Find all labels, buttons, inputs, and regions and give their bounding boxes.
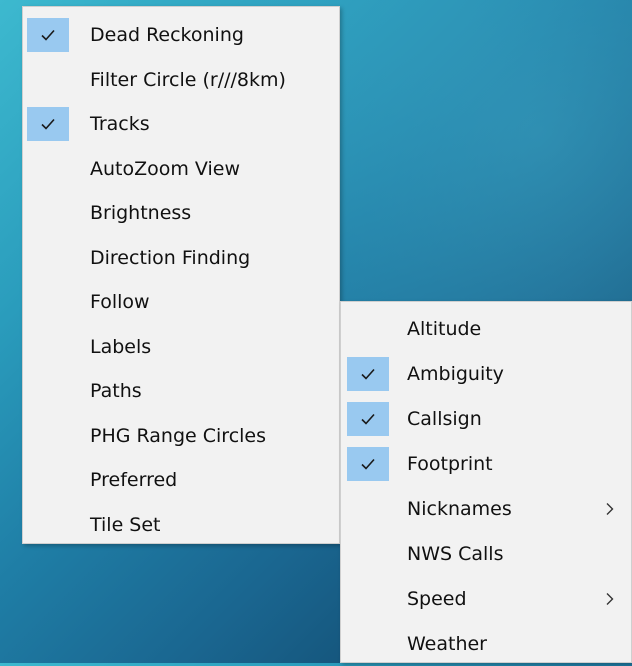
- menu-item-labels[interactable]: Labels: [23, 325, 339, 370]
- submenu-item-weather[interactable]: Weather: [341, 621, 631, 666]
- menu-item-brightness[interactable]: Brightness: [23, 191, 339, 236]
- menu-item-label: NWS Calls: [407, 542, 504, 565]
- menu-item-label: Speed: [407, 587, 467, 610]
- checkmark-icon: [27, 18, 69, 52]
- checkmark-icon: [347, 447, 389, 481]
- menu-item-label: Filter Circle (r///8km): [90, 68, 286, 91]
- menu-item-dead-reckoning[interactable]: Dead Reckoning: [23, 13, 339, 58]
- context-menu-labels-submenu: Altitude Ambiguity Callsign Footprint Ni…: [340, 301, 632, 663]
- menu-item-tracks[interactable]: Tracks: [23, 102, 339, 147]
- menu-item-label: Direction Finding: [90, 246, 251, 269]
- context-menu-main: Dead Reckoning Filter Circle (r///8km) T…: [22, 6, 340, 544]
- submenu-item-callsign[interactable]: Callsign: [341, 396, 631, 441]
- chevron-right-icon: [605, 576, 615, 621]
- checkmark-icon: [347, 357, 389, 391]
- menu-item-label: Footprint: [407, 452, 493, 475]
- submenu-item-altitude[interactable]: Altitude: [341, 306, 631, 351]
- menu-item-autozoom-view[interactable]: AutoZoom View: [23, 147, 339, 192]
- menu-item-paths[interactable]: Paths: [23, 369, 339, 414]
- menu-item-label: AutoZoom View: [90, 157, 241, 180]
- submenu-item-speed[interactable]: Speed: [341, 576, 631, 621]
- menu-item-label: Callsign: [407, 407, 482, 430]
- menu-item-follow[interactable]: Follow: [23, 280, 339, 325]
- menu-item-label: Follow: [90, 291, 150, 314]
- chevron-right-icon: [605, 486, 615, 531]
- menu-item-label: Dead Reckoning: [90, 24, 244, 47]
- menu-item-label: Tile Set: [90, 513, 161, 536]
- checkmark-icon: [27, 107, 69, 141]
- menu-item-label: Ambiguity: [407, 362, 504, 385]
- menu-item-label: Weather: [407, 632, 487, 655]
- checkmark-icon: [347, 402, 389, 436]
- submenu-item-ambiguity[interactable]: Ambiguity: [341, 351, 631, 396]
- menu-item-tile-set[interactable]: Tile Set: [23, 503, 339, 548]
- menu-item-phg-range-circles[interactable]: PHG Range Circles: [23, 414, 339, 459]
- menu-item-label: Tracks: [90, 113, 150, 136]
- menu-item-label: Preferred: [90, 469, 178, 492]
- submenu-item-nws-calls[interactable]: NWS Calls: [341, 531, 631, 576]
- menu-item-label: Paths: [90, 380, 142, 403]
- menu-item-direction-finding[interactable]: Direction Finding: [23, 236, 339, 281]
- submenu-item-footprint[interactable]: Footprint: [341, 441, 631, 486]
- menu-item-label: Labels: [90, 335, 152, 358]
- menu-item-label: Altitude: [407, 317, 482, 340]
- menu-item-label: Brightness: [90, 202, 192, 225]
- menu-item-preferred[interactable]: Preferred: [23, 458, 339, 503]
- submenu-item-nicknames[interactable]: Nicknames: [341, 486, 631, 531]
- menu-item-label: PHG Range Circles: [90, 424, 267, 447]
- menu-item-label: Nicknames: [407, 497, 512, 520]
- menu-item-filter-circle[interactable]: Filter Circle (r///8km): [23, 58, 339, 103]
